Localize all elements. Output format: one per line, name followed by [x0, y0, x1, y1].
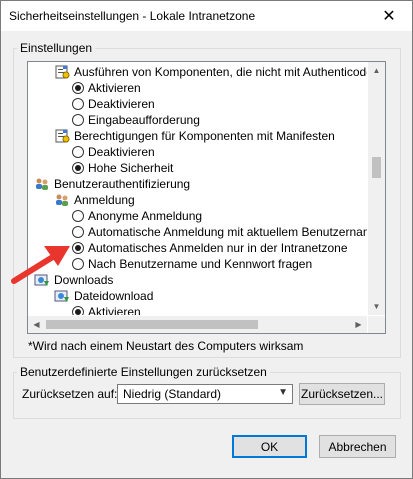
- scroll-right-icon[interactable]: ▶: [350, 316, 367, 333]
- radio-option[interactable]: Deaktivieren: [72, 96, 155, 112]
- restart-note: *Wird nach einem Neustart des Computers …: [28, 339, 304, 353]
- radio-option[interactable]: Aktivieren: [72, 304, 141, 315]
- radio-unchecked-icon[interactable]: [72, 146, 84, 158]
- downloads-icon: [34, 272, 50, 288]
- users-icon: [34, 176, 50, 192]
- tree-category: Benutzerauthentifizierung: [34, 176, 190, 192]
- tree-category: Downloads: [34, 272, 113, 288]
- vertical-scroll-thumb[interactable]: [372, 157, 381, 178]
- tree-item-label: Benutzerauthentifizierung: [54, 177, 191, 191]
- tree-item-label: Aktivieren: [88, 305, 141, 315]
- title-bar: Sicherheitseinstellungen - Lokale Intran…: [1, 1, 412, 31]
- radio-unchecked-icon[interactable]: [72, 226, 84, 238]
- security-settings-dialog: Sicherheitseinstellungen - Lokale Intran…: [0, 0, 413, 479]
- tree-item-label: Aktivieren: [88, 81, 141, 95]
- tree-item-label: Automatische Anmeldung mit aktuellem Ben…: [88, 225, 367, 239]
- settings-group-label: Einstellungen: [17, 41, 96, 55]
- reset-group-label: Benutzerdefinierte Einstellungen zurücks…: [17, 365, 270, 379]
- radio-checked-icon[interactable]: [72, 162, 84, 174]
- radio-unchecked-icon[interactable]: [72, 258, 84, 270]
- reset-to-label: Zurücksetzen auf:: [22, 387, 118, 401]
- radio-option[interactable]: Aktivieren: [72, 80, 141, 96]
- scrollbar-corner: [368, 316, 385, 333]
- tree-item-label: Downloads: [54, 273, 114, 287]
- tree-item-label: Berechtigungen für Komponenten mit Manif…: [74, 129, 335, 143]
- window-title: Sicherheitseinstellungen - Lokale Intran…: [9, 9, 256, 23]
- settings-page-icon: [54, 128, 70, 144]
- radio-option[interactable]: Deaktivieren: [72, 144, 155, 160]
- chevron-down-icon: ▼: [278, 387, 288, 398]
- tree-item-label: Automatisches Anmelden nur in der Intran…: [88, 241, 348, 255]
- horizontal-scrollbar[interactable]: ◀ ▶: [28, 316, 367, 333]
- tree-item-label: Nach Benutzername und Kennwort fragen: [88, 257, 313, 271]
- horizontal-scroll-thumb[interactable]: [46, 320, 258, 329]
- users-icon: [54, 192, 70, 208]
- settings-tree-content: Ausführen von Komponenten, die nicht mit…: [28, 62, 367, 315]
- radio-option[interactable]: Nach Benutzername und Kennwort fragen: [72, 256, 312, 272]
- radio-option[interactable]: Automatisches Anmelden nur in der Intran…: [72, 240, 348, 256]
- radio-option[interactable]: Automatische Anmeldung mit aktuellem Ben…: [72, 224, 367, 240]
- tree-item-label: Anmeldung: [74, 193, 135, 207]
- cancel-button[interactable]: Abbrechen: [319, 435, 396, 458]
- scroll-left-icon[interactable]: ◀: [28, 316, 45, 333]
- tree-item-label: Hohe Sicherheit: [88, 161, 174, 175]
- radio-unchecked-icon[interactable]: [72, 98, 84, 110]
- tree-item-label: Anonyme Anmeldung: [88, 209, 203, 223]
- radio-checked-icon[interactable]: [72, 306, 84, 315]
- reset-button[interactable]: Zurücksetzen...: [299, 383, 385, 405]
- scroll-down-icon[interactable]: ▼: [368, 298, 385, 315]
- radio-option[interactable]: Hohe Sicherheit: [72, 160, 173, 176]
- radio-unchecked-icon[interactable]: [72, 210, 84, 222]
- settings-page-icon: [54, 64, 70, 80]
- radio-option[interactable]: Anonyme Anmeldung: [72, 208, 202, 224]
- tree-item-label: Deaktivieren: [88, 145, 155, 159]
- reset-level-value: Niedrig (Standard): [123, 387, 222, 401]
- tree-item-label: Eingabeaufforderung: [88, 113, 200, 127]
- radio-checked-icon[interactable]: [72, 82, 84, 94]
- tree-category: Anmeldung: [54, 192, 135, 208]
- settings-tree-list[interactable]: Ausführen von Komponenten, die nicht mit…: [27, 61, 386, 334]
- vertical-scrollbar[interactable]: ▲ ▼: [368, 62, 385, 315]
- tree-item-label: Ausführen von Komponenten, die nicht mit…: [74, 65, 367, 79]
- radio-checked-icon[interactable]: [72, 242, 84, 254]
- radio-unchecked-icon[interactable]: [72, 114, 84, 126]
- tree-category: Ausführen von Komponenten, die nicht mit…: [54, 64, 367, 80]
- tree-category: Dateidownload: [54, 288, 153, 304]
- tree-item-label: Dateidownload: [74, 289, 154, 303]
- tree-category: Berechtigungen für Komponenten mit Manif…: [54, 128, 335, 144]
- tree-item-label: Deaktivieren: [88, 97, 155, 111]
- downloads-icon: [54, 288, 70, 304]
- radio-option[interactable]: Eingabeaufforderung: [72, 112, 200, 128]
- ok-button[interactable]: OK: [232, 435, 307, 458]
- scroll-up-icon[interactable]: ▲: [368, 62, 385, 79]
- reset-level-dropdown[interactable]: Niedrig (Standard) ▼: [117, 384, 293, 404]
- close-button[interactable]: ✕: [366, 1, 412, 31]
